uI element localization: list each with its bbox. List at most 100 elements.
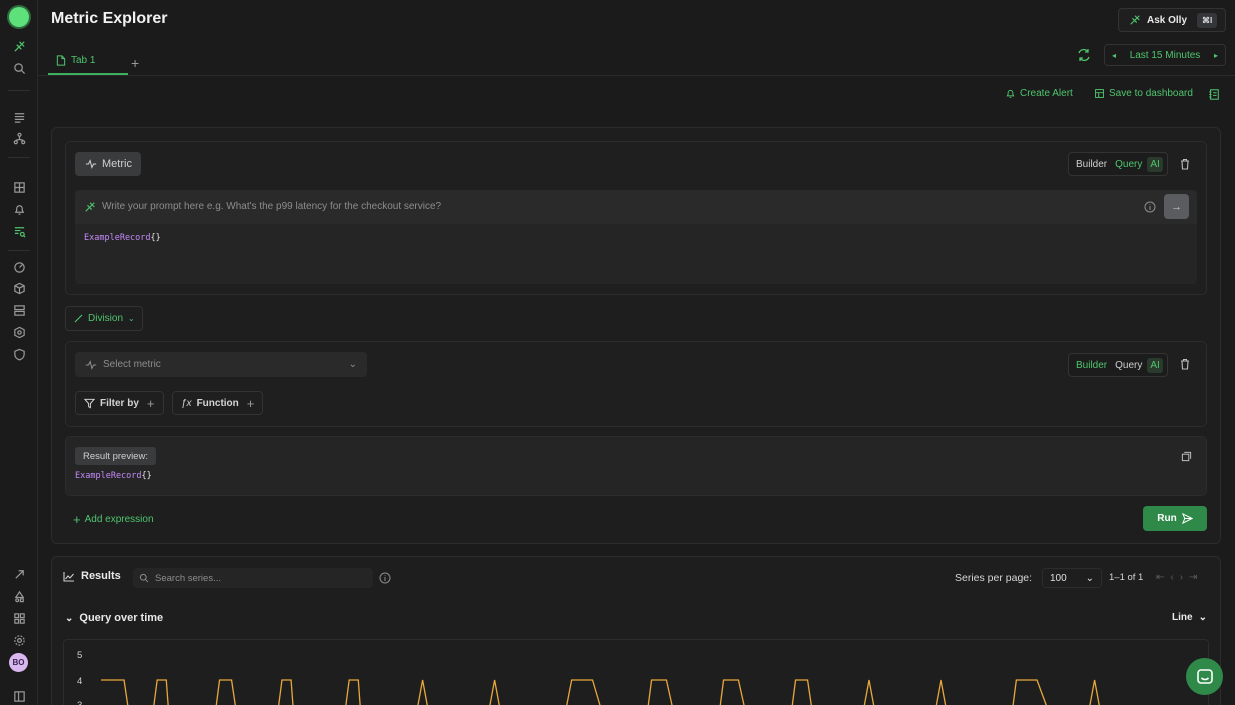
- mode-query-button[interactable]: Query: [1112, 157, 1145, 172]
- series-line-segment: [345, 679, 361, 705]
- user-avatar[interactable]: BO: [9, 653, 28, 672]
- ai-sparkle-icon: [1130, 15, 1140, 25]
- series-line-segment: [647, 679, 673, 705]
- file-icon: [56, 55, 66, 66]
- select-metric-dropdown[interactable]: Select metric ⌄: [75, 352, 367, 377]
- notebook-icon[interactable]: [1208, 88, 1220, 101]
- filter-label: Filter by: [100, 397, 139, 409]
- info-icon[interactable]: [379, 572, 391, 584]
- tab-1[interactable]: Tab 1: [48, 48, 128, 75]
- query-type-label: Metric: [102, 158, 132, 170]
- code-keyword: ExampleRecord: [75, 471, 142, 481]
- results-header: Results: [63, 570, 121, 582]
- apps-grid-icon[interactable]: [11, 610, 27, 626]
- services-cube-icon[interactable]: [11, 280, 27, 296]
- query-code[interactable]: ExampleRecord{}: [84, 233, 161, 243]
- query-type-metric[interactable]: Metric: [75, 152, 141, 176]
- metric-explorer-icon[interactable]: [11, 223, 27, 239]
- shapes-icon[interactable]: [11, 588, 27, 604]
- pagination-controls[interactable]: ⇤‹›⇥: [1156, 572, 1203, 583]
- series-line-segment: [719, 679, 745, 705]
- mode-ai-button[interactable]: AI: [1147, 156, 1163, 172]
- dashboards-icon[interactable]: [11, 179, 27, 195]
- ai-sparkle-icon[interactable]: [11, 38, 27, 54]
- copy-icon[interactable]: [1181, 451, 1192, 462]
- operator-dropdown[interactable]: Division ⌄: [65, 306, 143, 331]
- info-icon[interactable]: [1144, 201, 1156, 213]
- send-prompt-button[interactable]: →: [1164, 194, 1189, 219]
- pagination-info: 1–1 of 1: [1109, 572, 1144, 583]
- delete-query-icon[interactable]: [1179, 358, 1191, 370]
- save-dashboard-label: Save to dashboard: [1109, 88, 1193, 99]
- search-icon[interactable]: [11, 60, 27, 76]
- mode-ai-button[interactable]: AI: [1147, 357, 1163, 373]
- filter-icon: [84, 398, 95, 408]
- series-line-segment: [1089, 679, 1100, 705]
- slash-icon: [74, 314, 83, 323]
- alerts-bell-icon[interactable]: [11, 201, 27, 217]
- results-title: Results: [81, 570, 121, 582]
- series-line-segment: [278, 679, 294, 705]
- chevron-down-icon: ⌄: [128, 314, 135, 323]
- query-b-mode-toggle: Builder Query AI: [1068, 353, 1168, 377]
- refresh-icon[interactable]: [1077, 48, 1091, 62]
- time-next-icon[interactable]: ▸: [1214, 51, 1218, 60]
- ai-prompt-input[interactable]: Write your prompt here e.g. What's the p…: [102, 201, 441, 212]
- external-link-icon[interactable]: [11, 566, 27, 582]
- ask-olly-label: Ask Olly: [1147, 14, 1188, 26]
- divider: [38, 75, 1235, 76]
- chart-type-label: Line: [1172, 612, 1193, 623]
- plus-icon: +: [246, 395, 255, 411]
- y-tick-label: 3: [77, 700, 82, 705]
- tab-label: Tab 1: [71, 55, 96, 66]
- code-braces: {}: [150, 233, 161, 243]
- series-line-segment: [153, 679, 169, 705]
- chevron-down-icon: ⌄: [1198, 612, 1207, 623]
- chat-support-button[interactable]: [1186, 658, 1223, 695]
- arrow-right-icon: →: [1171, 200, 1182, 213]
- pulse-icon: [85, 159, 97, 169]
- y-tick-label: 5: [77, 650, 82, 661]
- settings-gear-icon[interactable]: [11, 632, 27, 648]
- time-range-picker[interactable]: ◂ Last 15 Minutes ▸: [1104, 44, 1226, 66]
- series-line-segment: [863, 679, 875, 705]
- speedometer-icon[interactable]: [11, 259, 27, 275]
- send-icon: [1181, 513, 1193, 524]
- app-logo[interactable]: [9, 7, 29, 27]
- sidebar-toggle-icon[interactable]: [11, 688, 27, 704]
- create-alert-button[interactable]: Create Alert: [1005, 88, 1073, 99]
- search-series-input[interactable]: Search series...: [133, 568, 373, 588]
- delete-query-icon[interactable]: [1179, 158, 1191, 170]
- run-button[interactable]: Run: [1143, 506, 1207, 531]
- add-expression-button[interactable]: + Add expression: [73, 512, 154, 527]
- save-dashboard-button[interactable]: Save to dashboard: [1094, 88, 1193, 99]
- mode-builder-button[interactable]: Builder: [1073, 358, 1110, 373]
- search-series-placeholder: Search series...: [155, 572, 221, 584]
- chart-svg: 5 4 3: [77, 650, 1100, 705]
- infrastructure-icon[interactable]: [11, 302, 27, 318]
- result-preview-card: [65, 436, 1207, 496]
- mode-builder-button[interactable]: Builder: [1073, 157, 1110, 172]
- chevron-down-icon: ⌄: [348, 359, 357, 370]
- series-per-page-value: 100: [1050, 572, 1067, 584]
- code-keyword: ExampleRecord: [84, 233, 151, 243]
- topology-icon[interactable]: [11, 130, 27, 146]
- series-per-page-select[interactable]: 100 ⌄: [1042, 568, 1102, 588]
- series-line-segment: [215, 679, 236, 705]
- integrations-icon[interactable]: [11, 324, 27, 340]
- function-button[interactable]: ƒx Function +: [172, 391, 264, 415]
- code-braces: {}: [141, 471, 152, 481]
- filter-by-button[interactable]: Filter by +: [75, 391, 164, 415]
- ask-olly-button[interactable]: Ask Olly ⌘I: [1118, 8, 1226, 32]
- security-shield-icon[interactable]: [11, 346, 27, 362]
- mode-query-button[interactable]: Query: [1112, 358, 1145, 373]
- select-metric-placeholder: Select metric: [103, 359, 161, 370]
- query-over-time-toggle[interactable]: ⌄ Query over time: [65, 612, 163, 624]
- chat-icon: [1196, 668, 1213, 684]
- logs-icon[interactable]: [11, 109, 27, 125]
- chart-type-select[interactable]: Line ⌄: [1172, 612, 1207, 623]
- add-tab-button[interactable]: +: [131, 55, 139, 71]
- result-preview-label: Result preview:: [75, 447, 156, 465]
- time-prev-icon[interactable]: ◂: [1112, 51, 1116, 60]
- chevron-down-icon: ⌄: [1085, 572, 1094, 584]
